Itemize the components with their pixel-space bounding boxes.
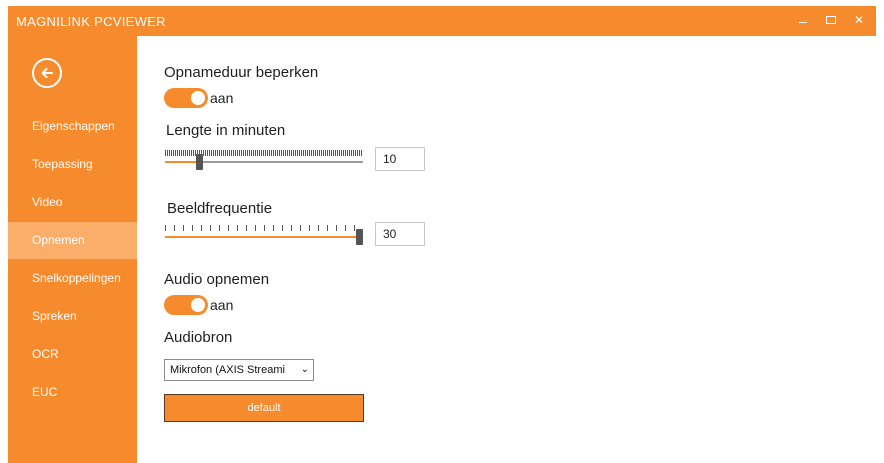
sidebar-item-spreken[interactable]: Spreken [8, 298, 137, 335]
app-window: MAGNILINK PCVIEWER ✕ Eigenschappen Toepa… [0, 0, 884, 463]
limit-duration-toggle[interactable] [164, 88, 208, 108]
slider-ticks [165, 150, 363, 156]
audio-source-label: Audiobron [164, 329, 233, 346]
toggle-knob [191, 91, 205, 105]
sidebar-item-snelkoppelingen[interactable]: Snelkoppelingen [8, 260, 137, 297]
frame-rate-input[interactable]: 30 [375, 222, 425, 246]
record-audio-state: aan [210, 297, 234, 313]
minimize-icon [799, 22, 807, 23]
length-minutes-label: Lengte in minuten [166, 122, 286, 139]
length-minutes-slider[interactable] [165, 149, 363, 175]
frame-rate-label: Beeldfrequentie [167, 200, 273, 217]
slider-ticks [165, 225, 363, 231]
back-arrow-icon [41, 68, 53, 78]
sidebar-item-euc[interactable]: EUC [8, 374, 137, 411]
window-controls: ✕ [794, 10, 868, 30]
sidebar-item-opnemen[interactable]: Opnemen [8, 222, 137, 259]
chevron-down-icon: ⌄ [300, 364, 309, 375]
sidebar: Eigenschappen Toepassing Video Opnemen S… [8, 36, 137, 463]
close-button[interactable]: ✕ [850, 10, 868, 30]
sidebar-item-eigenschappen[interactable]: Eigenschappen [8, 108, 137, 145]
settings-panel: Opnameduur beperken aan Lengte in minute… [137, 36, 876, 463]
limit-duration-label: Opnameduur beperken [164, 64, 319, 81]
slider-fill [165, 161, 199, 163]
maximize-icon [826, 16, 836, 24]
audio-source-value: Mikrofon (AXIS Streami [170, 364, 285, 376]
toggle-knob [191, 298, 205, 312]
record-audio-label: Audio opnemen [164, 271, 270, 288]
slider-thumb[interactable] [195, 154, 203, 170]
app-title: MAGNILINK PCVIEWER [16, 14, 166, 29]
maximize-button[interactable] [822, 10, 840, 30]
back-button[interactable] [32, 58, 62, 88]
sidebar-item-video[interactable]: Video [8, 184, 137, 221]
sidebar-item-toepassing[interactable]: Toepassing [8, 146, 137, 183]
title-bar: MAGNILINK PCVIEWER ✕ [8, 6, 876, 36]
sidebar-item-ocr[interactable]: OCR [8, 336, 137, 373]
slider-thumb[interactable] [356, 229, 363, 245]
default-button[interactable]: default [164, 394, 364, 422]
audio-source-select[interactable]: Mikrofon (AXIS Streami ⌄ [164, 359, 314, 381]
slider-fill [165, 236, 363, 238]
frame-rate-slider[interactable] [165, 224, 363, 250]
limit-duration-state: aan [210, 90, 234, 106]
minimize-button[interactable] [794, 10, 812, 30]
length-minutes-input[interactable]: 10 [375, 147, 425, 171]
record-audio-toggle[interactable] [164, 295, 208, 315]
